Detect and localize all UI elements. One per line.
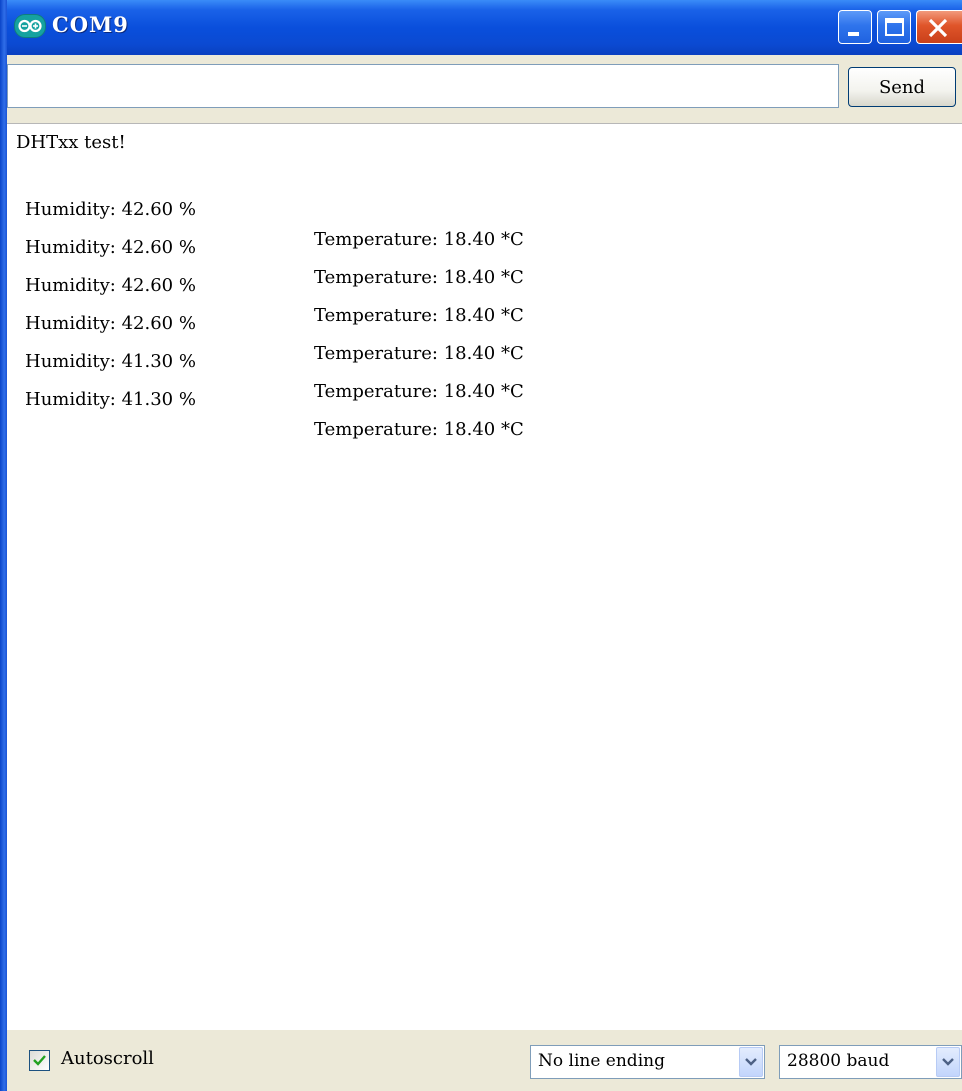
output-row: Humidity: 42.60 % Temperature: 18.40 *C bbox=[16, 203, 616, 288]
chevron-down-icon bbox=[942, 1058, 954, 1066]
serial-output[interactable]: DHTxx test! Humidity: 42.60 % Temperatur… bbox=[7, 123, 962, 1030]
output-row: Humidity: 41.30 % Temperature: 18.40 *C bbox=[16, 317, 616, 402]
window-border bbox=[0, 0, 7, 1091]
output-row: Humidity: 41.30 % Temperature: 18.40 *C bbox=[16, 355, 616, 440]
output-row: Humidity: 42.60 % Temperature: 18.40 *C bbox=[16, 165, 616, 250]
status-bar: Autoscroll No line ending 28800 baud bbox=[7, 1030, 962, 1091]
line-ending-select[interactable]: No line ending bbox=[530, 1045, 765, 1079]
dropdown-button[interactable] bbox=[739, 1047, 763, 1077]
humidity-reading: Humidity: 41.30 % bbox=[25, 389, 196, 410]
send-button[interactable]: Send bbox=[848, 67, 956, 107]
close-icon bbox=[928, 18, 948, 38]
minimize-button[interactable] bbox=[838, 10, 872, 44]
output-row: Humidity: 42.60 % Temperature: 18.40 *C bbox=[16, 279, 616, 364]
send-input[interactable] bbox=[7, 64, 839, 108]
baud-rate-select[interactable]: 28800 baud bbox=[779, 1045, 962, 1079]
serial-monitor-window: COM9 Send DHTxx test! Humidity: 42.60 % … bbox=[0, 0, 962, 1091]
minimize-icon bbox=[848, 32, 859, 36]
title-bar[interactable]: COM9 bbox=[0, 0, 962, 55]
dropdown-button[interactable] bbox=[936, 1047, 960, 1077]
output-row: Humidity: 42.60 % Temperature: 18.40 *C bbox=[16, 241, 616, 326]
autoscroll-label: Autoscroll bbox=[61, 1048, 154, 1069]
baud-rate-value: 28800 baud bbox=[787, 1051, 890, 1071]
arduino-infinity-icon bbox=[14, 14, 46, 38]
checkmark-icon bbox=[33, 1055, 46, 1066]
close-button[interactable] bbox=[916, 10, 962, 44]
output-header-line: DHTxx test! bbox=[16, 132, 126, 153]
line-ending-value: No line ending bbox=[538, 1051, 665, 1071]
window-title: COM9 bbox=[52, 12, 129, 37]
temperature-reading: Temperature: 18.40 *C bbox=[314, 419, 524, 440]
autoscroll-checkbox[interactable] bbox=[29, 1050, 50, 1071]
chevron-down-icon bbox=[745, 1058, 757, 1066]
maximize-button[interactable] bbox=[877, 10, 911, 44]
maximize-icon bbox=[885, 18, 904, 36]
